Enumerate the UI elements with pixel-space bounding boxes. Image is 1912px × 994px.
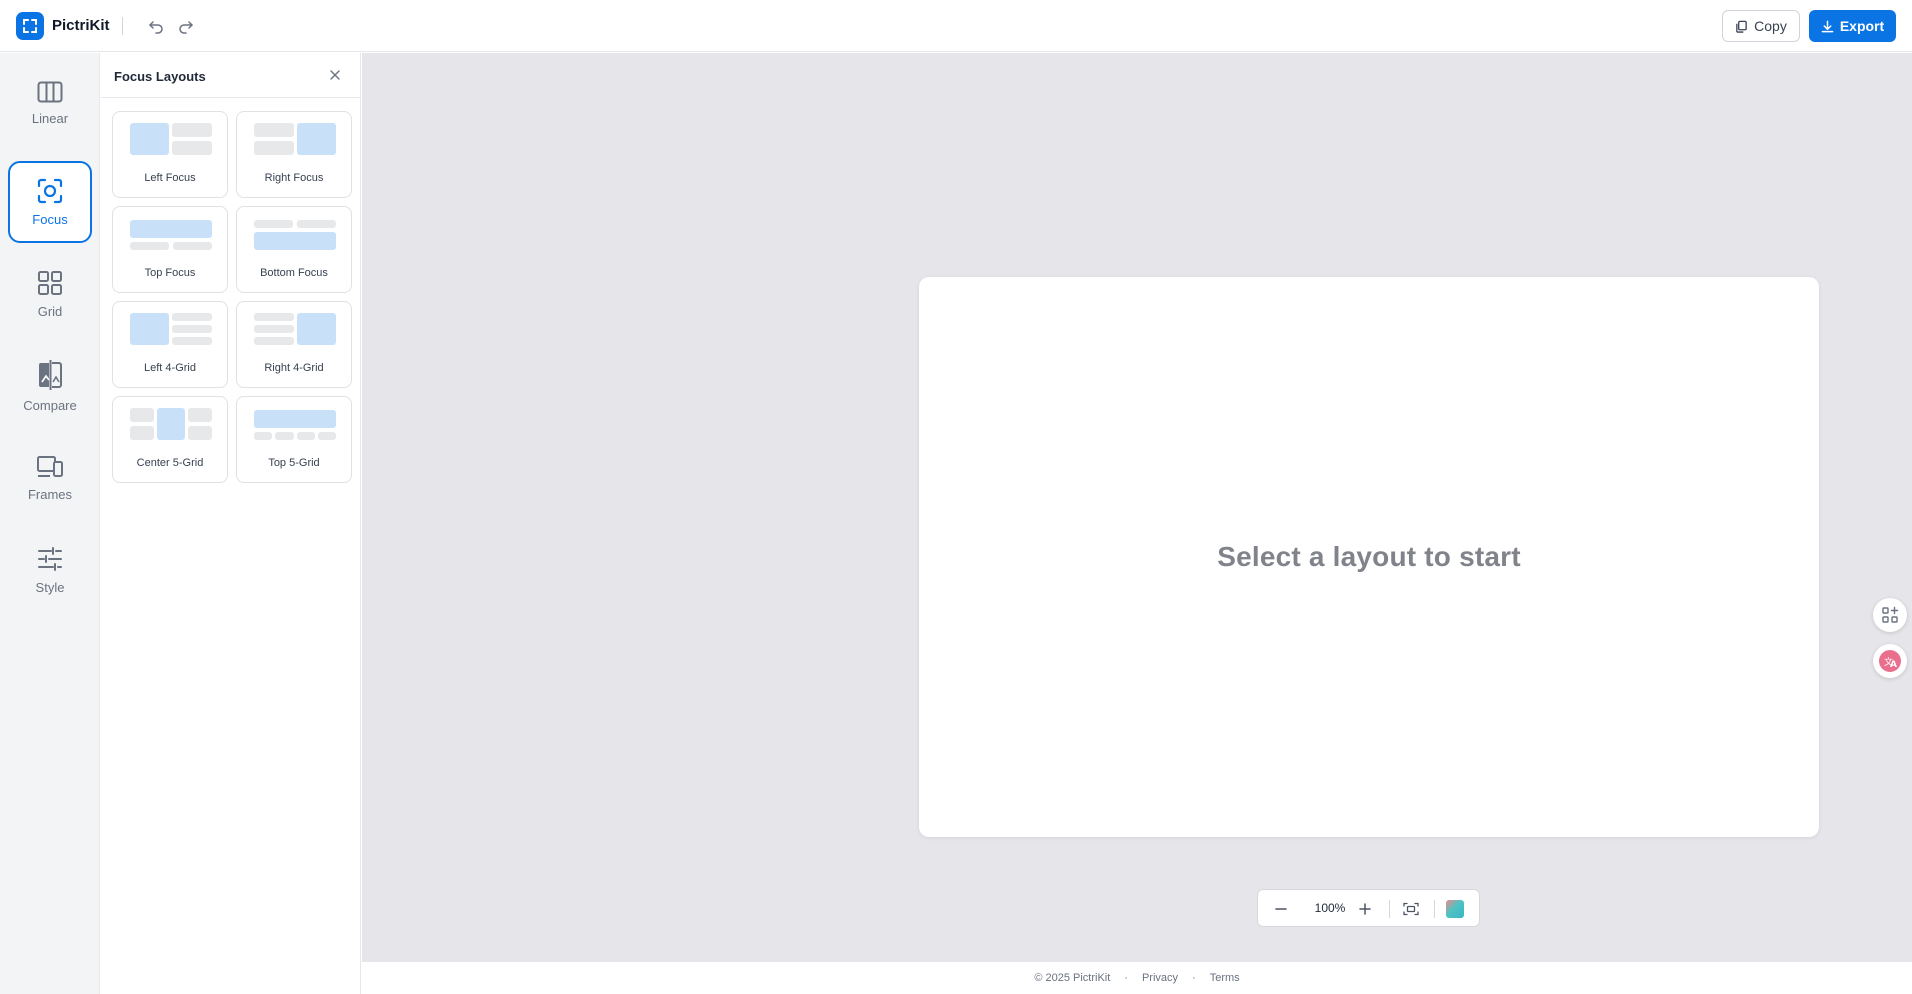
zoom-level: 100%	[1314, 901, 1346, 915]
copy-icon	[1736, 20, 1747, 33]
export-button[interactable]: Export	[1809, 10, 1896, 42]
layout-thumbnail	[254, 123, 336, 155]
rail-item-label: Focus	[32, 211, 68, 227]
rail-item-linear[interactable]: Linear	[8, 62, 92, 144]
rail-item-frames[interactable]: Frames	[8, 437, 92, 519]
copy-button[interactable]: Copy	[1722, 10, 1800, 42]
layout-card-label: Right Focus	[264, 172, 324, 184]
layout-card-label: Left 4-Grid	[144, 362, 196, 374]
layout-thumbnail	[130, 218, 212, 250]
layout-card-label: Top Focus	[144, 267, 196, 279]
layout-card-left-4-grid[interactable]: Left 4-Grid	[112, 301, 228, 388]
layout-card-bottom-focus[interactable]: Bottom Focus	[236, 206, 352, 293]
layout-card-label: Right 4-Grid	[264, 362, 324, 374]
layout-thumbnail	[254, 218, 336, 250]
sliders-icon	[38, 546, 62, 571]
footer-separator: ·	[1192, 972, 1196, 984]
compare-icon	[39, 359, 62, 390]
top-bar: PictriKit Copy Export	[0, 0, 1912, 52]
layout-thumbnail	[130, 123, 212, 155]
rail-item-label: Grid	[37, 303, 63, 319]
close-icon[interactable]	[324, 64, 346, 86]
layouts-panel: Focus Layouts Left Focus Right Focus Top…	[101, 53, 361, 994]
footer-separator: ·	[1124, 972, 1128, 984]
layout-card-left-focus[interactable]: Left Focus	[112, 111, 228, 198]
add-widget-icon[interactable]	[1873, 598, 1907, 632]
export-button-label: Export	[1839, 18, 1885, 34]
layout-thumbnail	[130, 408, 212, 440]
canvas-preview[interactable]: Select a layout to start	[919, 277, 1819, 837]
layout-thumbnail	[254, 408, 336, 440]
panel-title: Focus Layouts	[114, 69, 206, 84]
zoom-out-icon[interactable]	[1270, 898, 1292, 920]
rail-item-label: Style	[35, 579, 65, 595]
header-divider	[122, 17, 123, 35]
svg-text:A: A	[1890, 660, 1897, 670]
layout-card-center-5-grid[interactable]: Center 5-Grid	[112, 396, 228, 483]
grid-icon	[38, 270, 62, 295]
canvas-stage: Select a layout to start 100%	[362, 53, 1912, 961]
devices-icon	[37, 455, 63, 477]
layout-card-label: Top 5-Grid	[268, 457, 320, 469]
rail-item-label: Compare	[23, 397, 77, 413]
layout-card-label: Center 5-Grid	[136, 457, 204, 469]
layout-card-label: Left Focus	[144, 172, 196, 184]
translate-icon[interactable]: 文 A	[1873, 644, 1907, 678]
layout-card-top-5-grid[interactable]: Top 5-Grid	[236, 396, 352, 483]
layout-card-right-4-grid[interactable]: Right 4-Grid	[236, 301, 352, 388]
app-logo-icon[interactable]	[16, 12, 44, 40]
zoom-toolbar: 100%	[1257, 889, 1480, 927]
columns-icon	[37, 81, 63, 102]
zoom-divider	[1434, 900, 1435, 918]
rail-item-focus[interactable]: Focus	[8, 161, 92, 243]
zoom-in-icon[interactable]	[1354, 898, 1376, 920]
rail-item-style[interactable]: Style	[8, 529, 92, 611]
download-icon	[1821, 20, 1834, 32]
copy-button-label: Copy	[1754, 18, 1787, 34]
zoom-divider	[1389, 900, 1390, 918]
background-color-swatch[interactable]	[1446, 900, 1464, 918]
undo-icon[interactable]	[144, 14, 168, 38]
rail-item-compare[interactable]: Compare	[8, 345, 92, 427]
layout-card-label: Bottom Focus	[260, 267, 328, 279]
focus-icon	[37, 178, 63, 203]
fit-to-screen-icon[interactable]	[1400, 898, 1422, 920]
rail-item-label: Frames	[27, 486, 73, 502]
panel-header: Focus Layouts	[101, 53, 360, 98]
app-name: PictriKit	[52, 17, 110, 34]
layout-category-rail: Linear Focus Grid Compare Frames Style	[0, 53, 100, 994]
canvas-placeholder: Select a layout to start	[1217, 541, 1521, 572]
privacy-link[interactable]: Privacy	[1142, 972, 1178, 984]
redo-icon[interactable]	[174, 14, 198, 38]
rail-item-label: Linear	[31, 110, 69, 126]
footer: © 2025 PictriKit · Privacy · Terms	[362, 961, 1912, 994]
layout-thumbnail	[130, 313, 212, 345]
layout-card-top-focus[interactable]: Top Focus	[112, 206, 228, 293]
terms-link[interactable]: Terms	[1210, 972, 1240, 984]
layout-card-right-focus[interactable]: Right Focus	[236, 111, 352, 198]
rail-item-grid[interactable]: Grid	[8, 253, 92, 335]
layout-thumbnail	[254, 313, 336, 345]
footer-copyright: © 2025 PictriKit	[1034, 972, 1111, 984]
